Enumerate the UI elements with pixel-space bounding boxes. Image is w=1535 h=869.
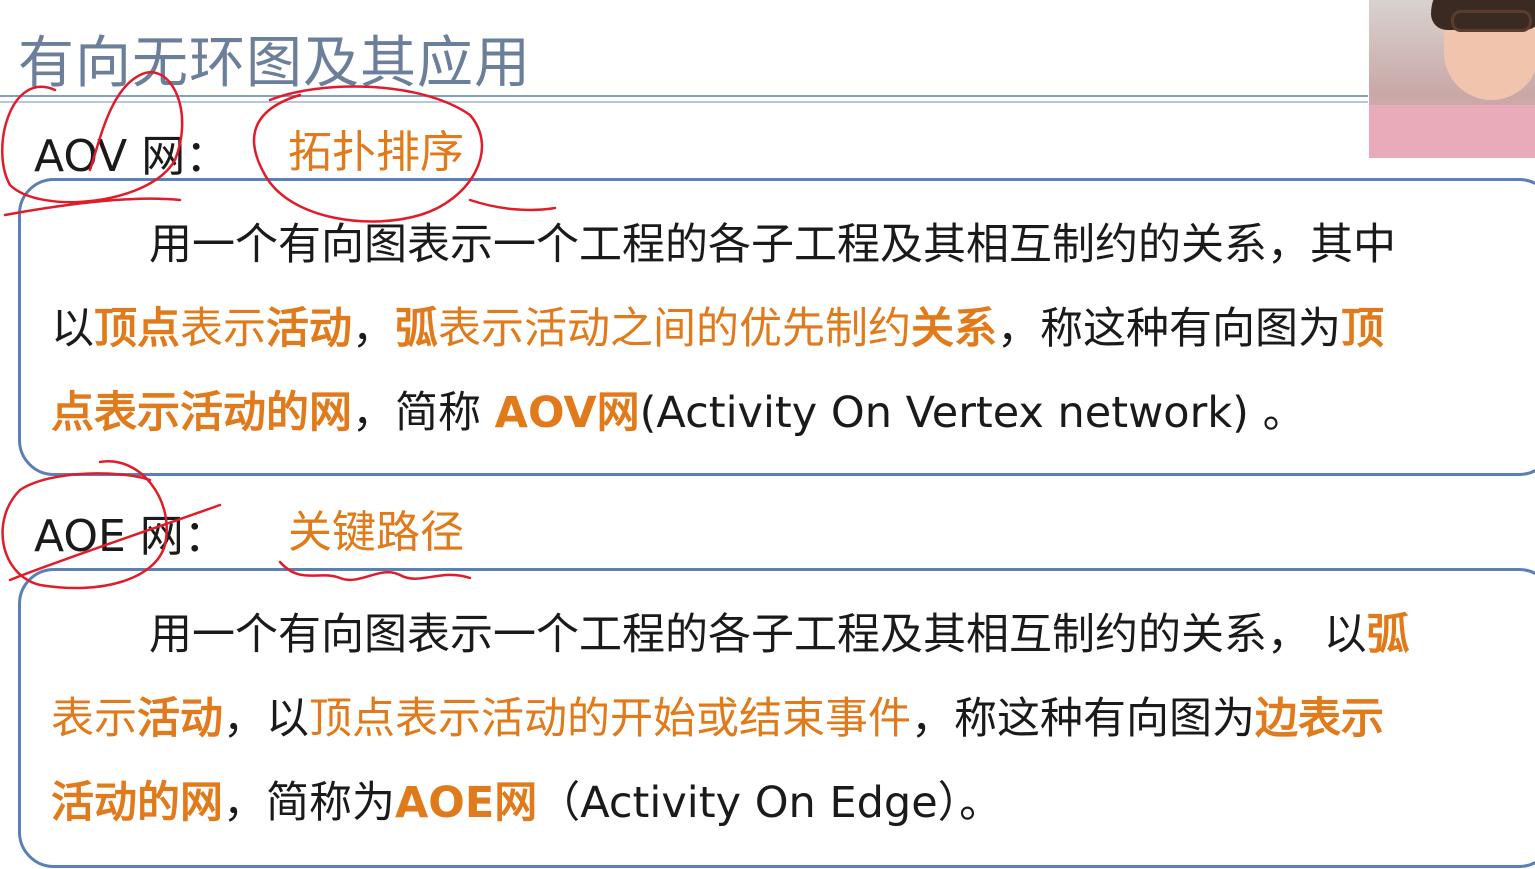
aoe-line-1: 用一个有向图表示一个工程的各子工程及其相互制约的关系， 以弧	[149, 610, 1410, 660]
aoe-line-2: 表示活动，以顶点表示活动的开始或结束事件，称这种有向图为边表示	[51, 694, 1384, 744]
aov-line-3: 点表示活动的网，简称 AOV网(Activity On Vertex netwo…	[51, 388, 1306, 438]
aoe-definition-box: 用一个有向图表示一个工程的各子工程及其相互制约的关系， 以弧 表示活动，以顶点表…	[18, 568, 1535, 868]
slide-title: 有向无环图及其应用	[18, 31, 531, 96]
aov-label: AOV 网：	[34, 131, 230, 182]
aoe-tag-critical-path: 关键路径	[288, 507, 464, 558]
title-divider	[0, 95, 1368, 97]
aoe-label: AOE 网：	[34, 511, 228, 562]
aov-tag-topological-sort: 拓扑排序	[288, 127, 464, 178]
title-divider-secondary	[0, 101, 1368, 103]
aoe-line-3: 活动的网，简称为AOE网（Activity On Edge）。	[51, 778, 1003, 828]
aov-definition-box: 用一个有向图表示一个工程的各子工程及其相互制约的关系，其中 以顶点表示活动，弧表…	[18, 178, 1535, 476]
aov-line-1: 用一个有向图表示一个工程的各子工程及其相互制约的关系，其中	[149, 220, 1396, 270]
presenter-video	[1369, 0, 1535, 158]
aov-line-2: 以顶点表示活动，弧表示活动之间的优先制约关系，称这种有向图为顶	[51, 304, 1384, 354]
